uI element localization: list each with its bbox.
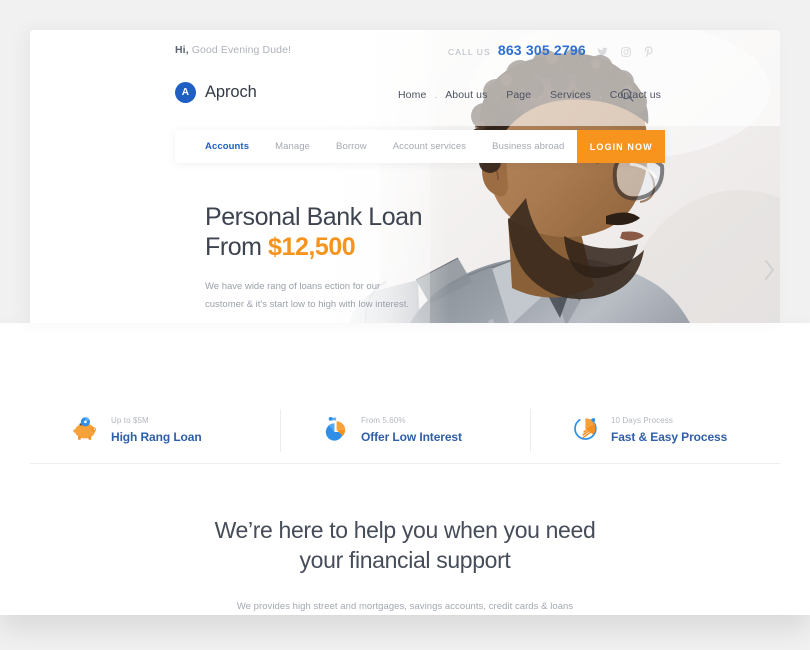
feature-title: Offer Low Interest — [361, 429, 462, 444]
main-nav-row: A Aproch Home . About us . Page . Servic… — [30, 72, 780, 122]
subnav-item-borrow[interactable]: Borrow — [323, 141, 380, 152]
social-links — [575, 44, 653, 62]
secondary-nav-items: Accounts Manage Borrow Account services … — [175, 130, 577, 163]
feature-subtitle: From 5.60% — [361, 415, 406, 425]
closing-heading-line2: your financial support — [299, 547, 511, 574]
hero-heading: Personal Bank Loan From $12,500 — [205, 202, 435, 262]
feature-text: From 5.60% Offer Low Interest — [361, 416, 462, 446]
piggy-bank-icon — [72, 415, 100, 446]
closing-heading-line1: We’re here to help you when you need — [214, 517, 596, 543]
search-icon[interactable] — [618, 86, 636, 104]
brand-name: Aproch — [205, 83, 257, 101]
feature-text: 10 Days Process Fast & Easy Process — [611, 416, 727, 446]
nav-item-services[interactable]: Services — [542, 89, 599, 101]
feature-high-rang-loan[interactable]: Up to $5M High Rang Loan — [30, 398, 280, 463]
hero-paragraph: We have wide rang of loans ection for ou… — [205, 281, 410, 310]
instagram-icon[interactable] — [621, 44, 631, 62]
phone-number[interactable]: 863 305 2796 — [498, 42, 586, 58]
feature-subtitle: Up to $5M — [111, 415, 149, 425]
slider-next-arrow-icon[interactable] — [762, 258, 776, 282]
nav-item-about-us[interactable]: About us — [437, 89, 495, 101]
subnav-item-business-abroad[interactable]: Business abroad — [479, 141, 577, 152]
page-upper-panel: Hi, Good Evening Dude! CALL US 863 305 2… — [30, 30, 780, 323]
feature-title: High Rang Loan — [111, 429, 202, 444]
call-us-block: CALL US 863 305 2796 — [448, 42, 586, 58]
hero-heading-prefix: From — [205, 233, 269, 261]
brand-mark-icon: A — [175, 82, 196, 103]
greeting-prefix: Hi, — [175, 44, 189, 56]
hero-amount: $12,500 — [268, 233, 356, 261]
screenshot-stage: Hi, Good Evening Dude! CALL US 863 305 2… — [0, 0, 810, 650]
speed-chart-icon — [572, 415, 600, 446]
feature-strip: Up to $5M High Rang Loan From 5.60% Offe… — [30, 398, 780, 464]
greeting-text: Hi, Good Evening Dude! — [175, 44, 291, 56]
greeting-message: Good Evening Dude! — [191, 44, 292, 56]
pinterest-icon[interactable] — [644, 44, 653, 62]
feature-fast-easy-process[interactable]: 10 Days Process Fast & Easy Process — [530, 398, 780, 463]
top-utility-bar: Hi, Good Evening Dude! CALL US 863 305 2… — [30, 30, 780, 72]
feature-title: Fast & Easy Process — [611, 429, 728, 444]
hero-copy: Personal Bank Loan From $12,500 We have … — [205, 202, 435, 323]
brand-logo[interactable]: A Aproch — [175, 82, 257, 103]
subnav-item-manage[interactable]: Manage — [262, 141, 323, 152]
closing-subtext: We provides high street and mortgages, s… — [236, 600, 574, 612]
hero-heading-line1: Personal Bank Loan — [205, 203, 423, 231]
nav-item-home[interactable]: Home — [390, 89, 434, 101]
twitter-icon[interactable] — [597, 44, 608, 62]
subnav-item-account-services[interactable]: Account services — [380, 141, 479, 152]
facebook-icon[interactable] — [575, 44, 584, 62]
feature-subtitle: 10 Days Process — [611, 415, 673, 425]
feature-text: Up to $5M High Rang Loan — [111, 416, 202, 446]
pie-chart-icon — [322, 415, 350, 446]
call-us-label: CALL US — [448, 47, 491, 57]
login-now-button[interactable]: LOGIN NOW — [577, 130, 665, 163]
secondary-nav-bar: Accounts Manage Borrow Account services … — [175, 130, 665, 163]
subnav-item-accounts[interactable]: Accounts — [192, 141, 262, 152]
closing-section: We’re here to help you when you need you… — [0, 464, 810, 612]
feature-offer-low-interest[interactable]: From 5.60% Offer Low Interest — [280, 398, 530, 463]
closing-heading: We’re here to help you when you need you… — [0, 515, 810, 576]
nav-item-page[interactable]: Page — [498, 89, 539, 101]
